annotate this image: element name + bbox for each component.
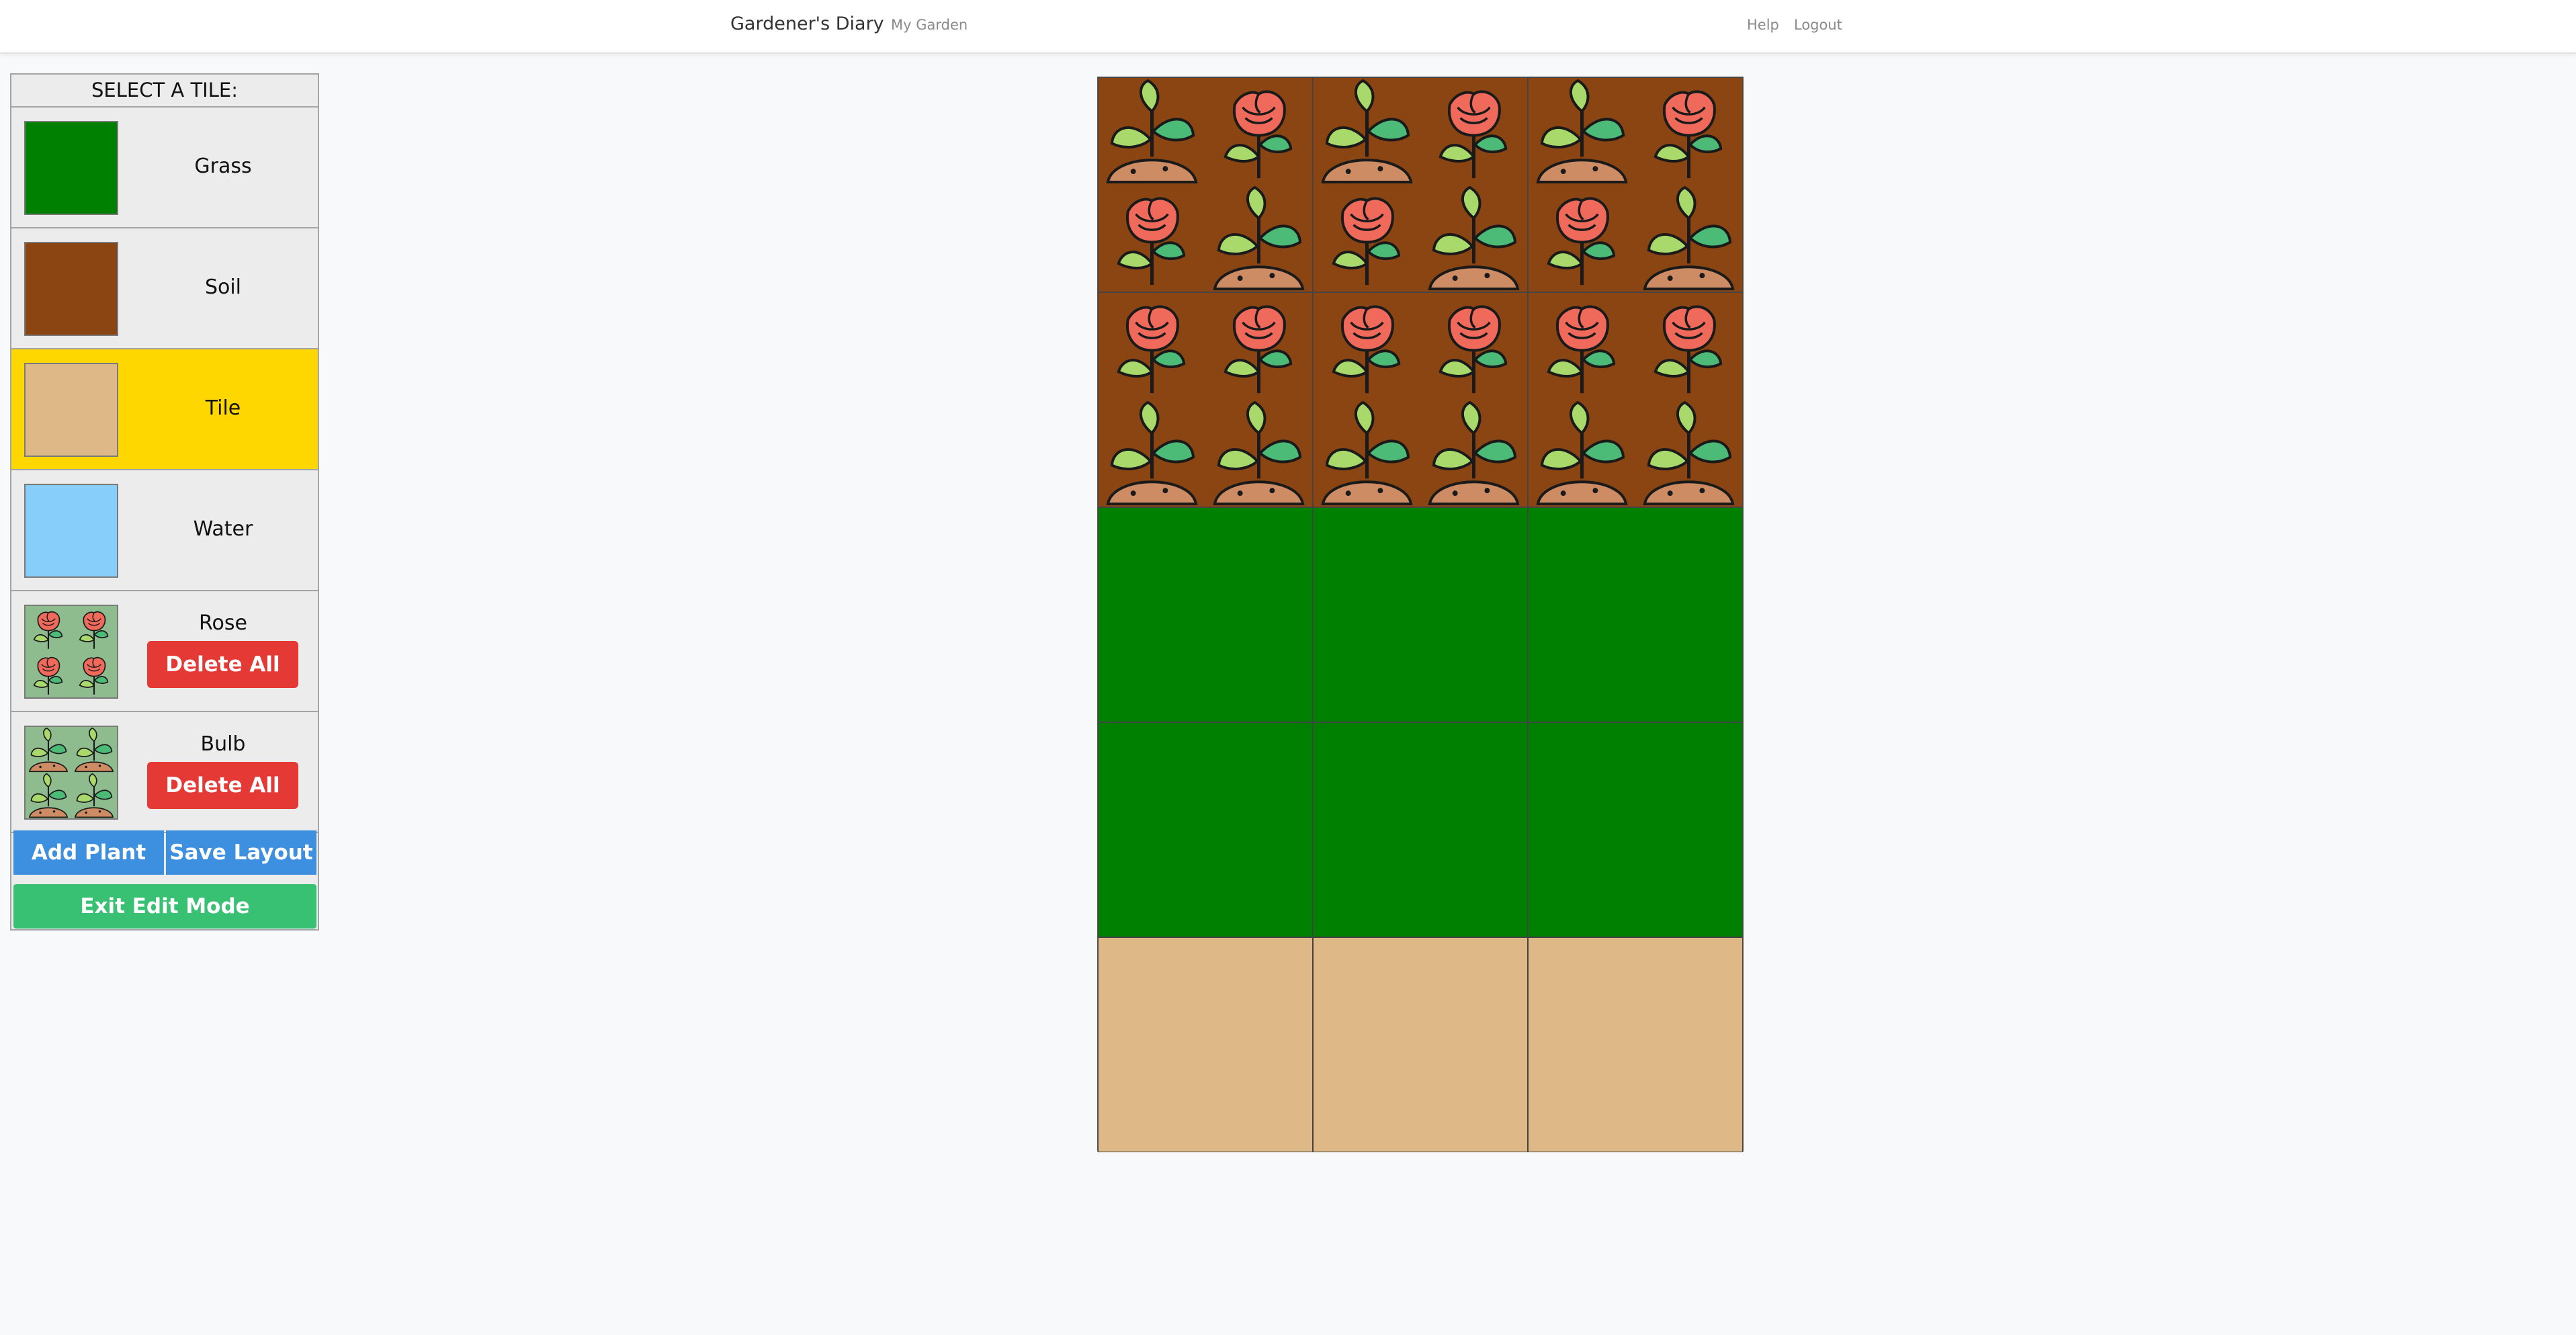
garden-cell-grass[interactable] bbox=[1098, 722, 1313, 937]
rose-icon bbox=[24, 605, 118, 699]
tile-option-soil[interactable]: Soil bbox=[11, 228, 318, 349]
save-layout-button[interactable]: Save Layout bbox=[166, 830, 316, 875]
bulb-icon bbox=[1106, 79, 1198, 184]
tile-option-tile[interactable]: Tile bbox=[11, 349, 318, 470]
exit-edit-mode-button[interactable]: Exit Edit Mode bbox=[13, 884, 316, 929]
navbar: Gardener's Diary My Garden Help Logout bbox=[0, 0, 2576, 54]
tile-option-grass[interactable]: Grass bbox=[11, 107, 318, 228]
garden-cell-tile[interactable] bbox=[1528, 937, 1743, 1152]
plant-option-bulb[interactable]: Bulb Delete All bbox=[11, 712, 318, 833]
rose-icon bbox=[1654, 305, 1723, 394]
tile-option-label: Grass bbox=[194, 155, 252, 178]
plant-option-rose[interactable]: Rose Delete All bbox=[11, 591, 318, 712]
garden-cell-soil[interactable] bbox=[1528, 77, 1743, 292]
tile-option-label: Soil bbox=[204, 275, 242, 299]
bulb-icon bbox=[1213, 400, 1305, 506]
garden-cell-soil[interactable] bbox=[1313, 77, 1528, 292]
rose-icon bbox=[1223, 90, 1293, 179]
garden-cell-grass[interactable] bbox=[1313, 507, 1528, 722]
bulb-icon bbox=[1643, 185, 1735, 291]
nav-link-logout[interactable]: Logout bbox=[1794, 17, 1842, 33]
plant-option-label: Bulb bbox=[200, 732, 246, 756]
rose-icon bbox=[1439, 305, 1508, 394]
delete-all-bulb-button[interactable]: Delete All bbox=[147, 762, 298, 809]
rose-icon bbox=[1117, 305, 1186, 394]
bulb-icon bbox=[1536, 79, 1628, 184]
tile-picker-panel: SELECT A TILE: Grass Soil Tile Water Ros… bbox=[10, 73, 319, 931]
bulb-icon bbox=[24, 726, 118, 820]
brand-title[interactable]: Gardener's Diary bbox=[730, 13, 884, 34]
garden-cell-grass[interactable] bbox=[1313, 722, 1528, 937]
bulb-icon bbox=[1106, 400, 1198, 506]
delete-all-rose-button[interactable]: Delete All bbox=[147, 641, 298, 688]
garden-cell-grass[interactable] bbox=[1098, 507, 1313, 722]
plant-option-label: Rose bbox=[199, 611, 247, 635]
bulb-icon bbox=[1428, 400, 1520, 506]
soil-swatch bbox=[24, 242, 118, 336]
bulb-icon bbox=[1321, 400, 1413, 506]
rose-icon bbox=[1332, 305, 1401, 394]
rose-icon bbox=[1547, 305, 1616, 394]
grass-swatch bbox=[24, 121, 118, 215]
garden-cell-soil[interactable] bbox=[1098, 292, 1313, 507]
tile-picker-header: SELECT A TILE: bbox=[11, 75, 318, 107]
garden-cell-tile[interactable] bbox=[1313, 937, 1528, 1152]
garden-cell-grass[interactable] bbox=[1528, 507, 1743, 722]
nav-link-my-garden[interactable]: My Garden bbox=[891, 17, 968, 33]
rose-icon bbox=[1117, 197, 1186, 286]
water-swatch bbox=[24, 484, 118, 578]
bulb-icon bbox=[1428, 185, 1520, 291]
bulb-icon bbox=[1536, 400, 1628, 506]
garden-cell-soil[interactable] bbox=[1313, 292, 1528, 507]
garden-grid bbox=[1097, 77, 1744, 1152]
bulb-icon bbox=[1321, 79, 1413, 184]
rose-icon bbox=[1439, 90, 1508, 179]
garden-cell-tile[interactable] bbox=[1098, 937, 1313, 1152]
bulb-icon bbox=[1213, 185, 1305, 291]
rose-icon bbox=[1332, 197, 1401, 286]
rose-icon bbox=[1547, 197, 1616, 286]
tile-swatch bbox=[24, 363, 118, 457]
garden-cell-soil[interactable] bbox=[1098, 77, 1313, 292]
garden-cell-soil[interactable] bbox=[1528, 292, 1743, 507]
nav-link-help[interactable]: Help bbox=[1747, 17, 1779, 33]
tile-option-label: Water bbox=[193, 517, 253, 541]
add-plant-button[interactable]: Add Plant bbox=[13, 830, 164, 875]
garden-cell-grass[interactable] bbox=[1528, 722, 1743, 937]
bulb-icon bbox=[1643, 400, 1735, 506]
rose-icon bbox=[1223, 305, 1293, 394]
rose-icon bbox=[1654, 90, 1723, 179]
tile-option-water[interactable]: Water bbox=[11, 470, 318, 591]
tile-option-label: Tile bbox=[205, 396, 241, 420]
